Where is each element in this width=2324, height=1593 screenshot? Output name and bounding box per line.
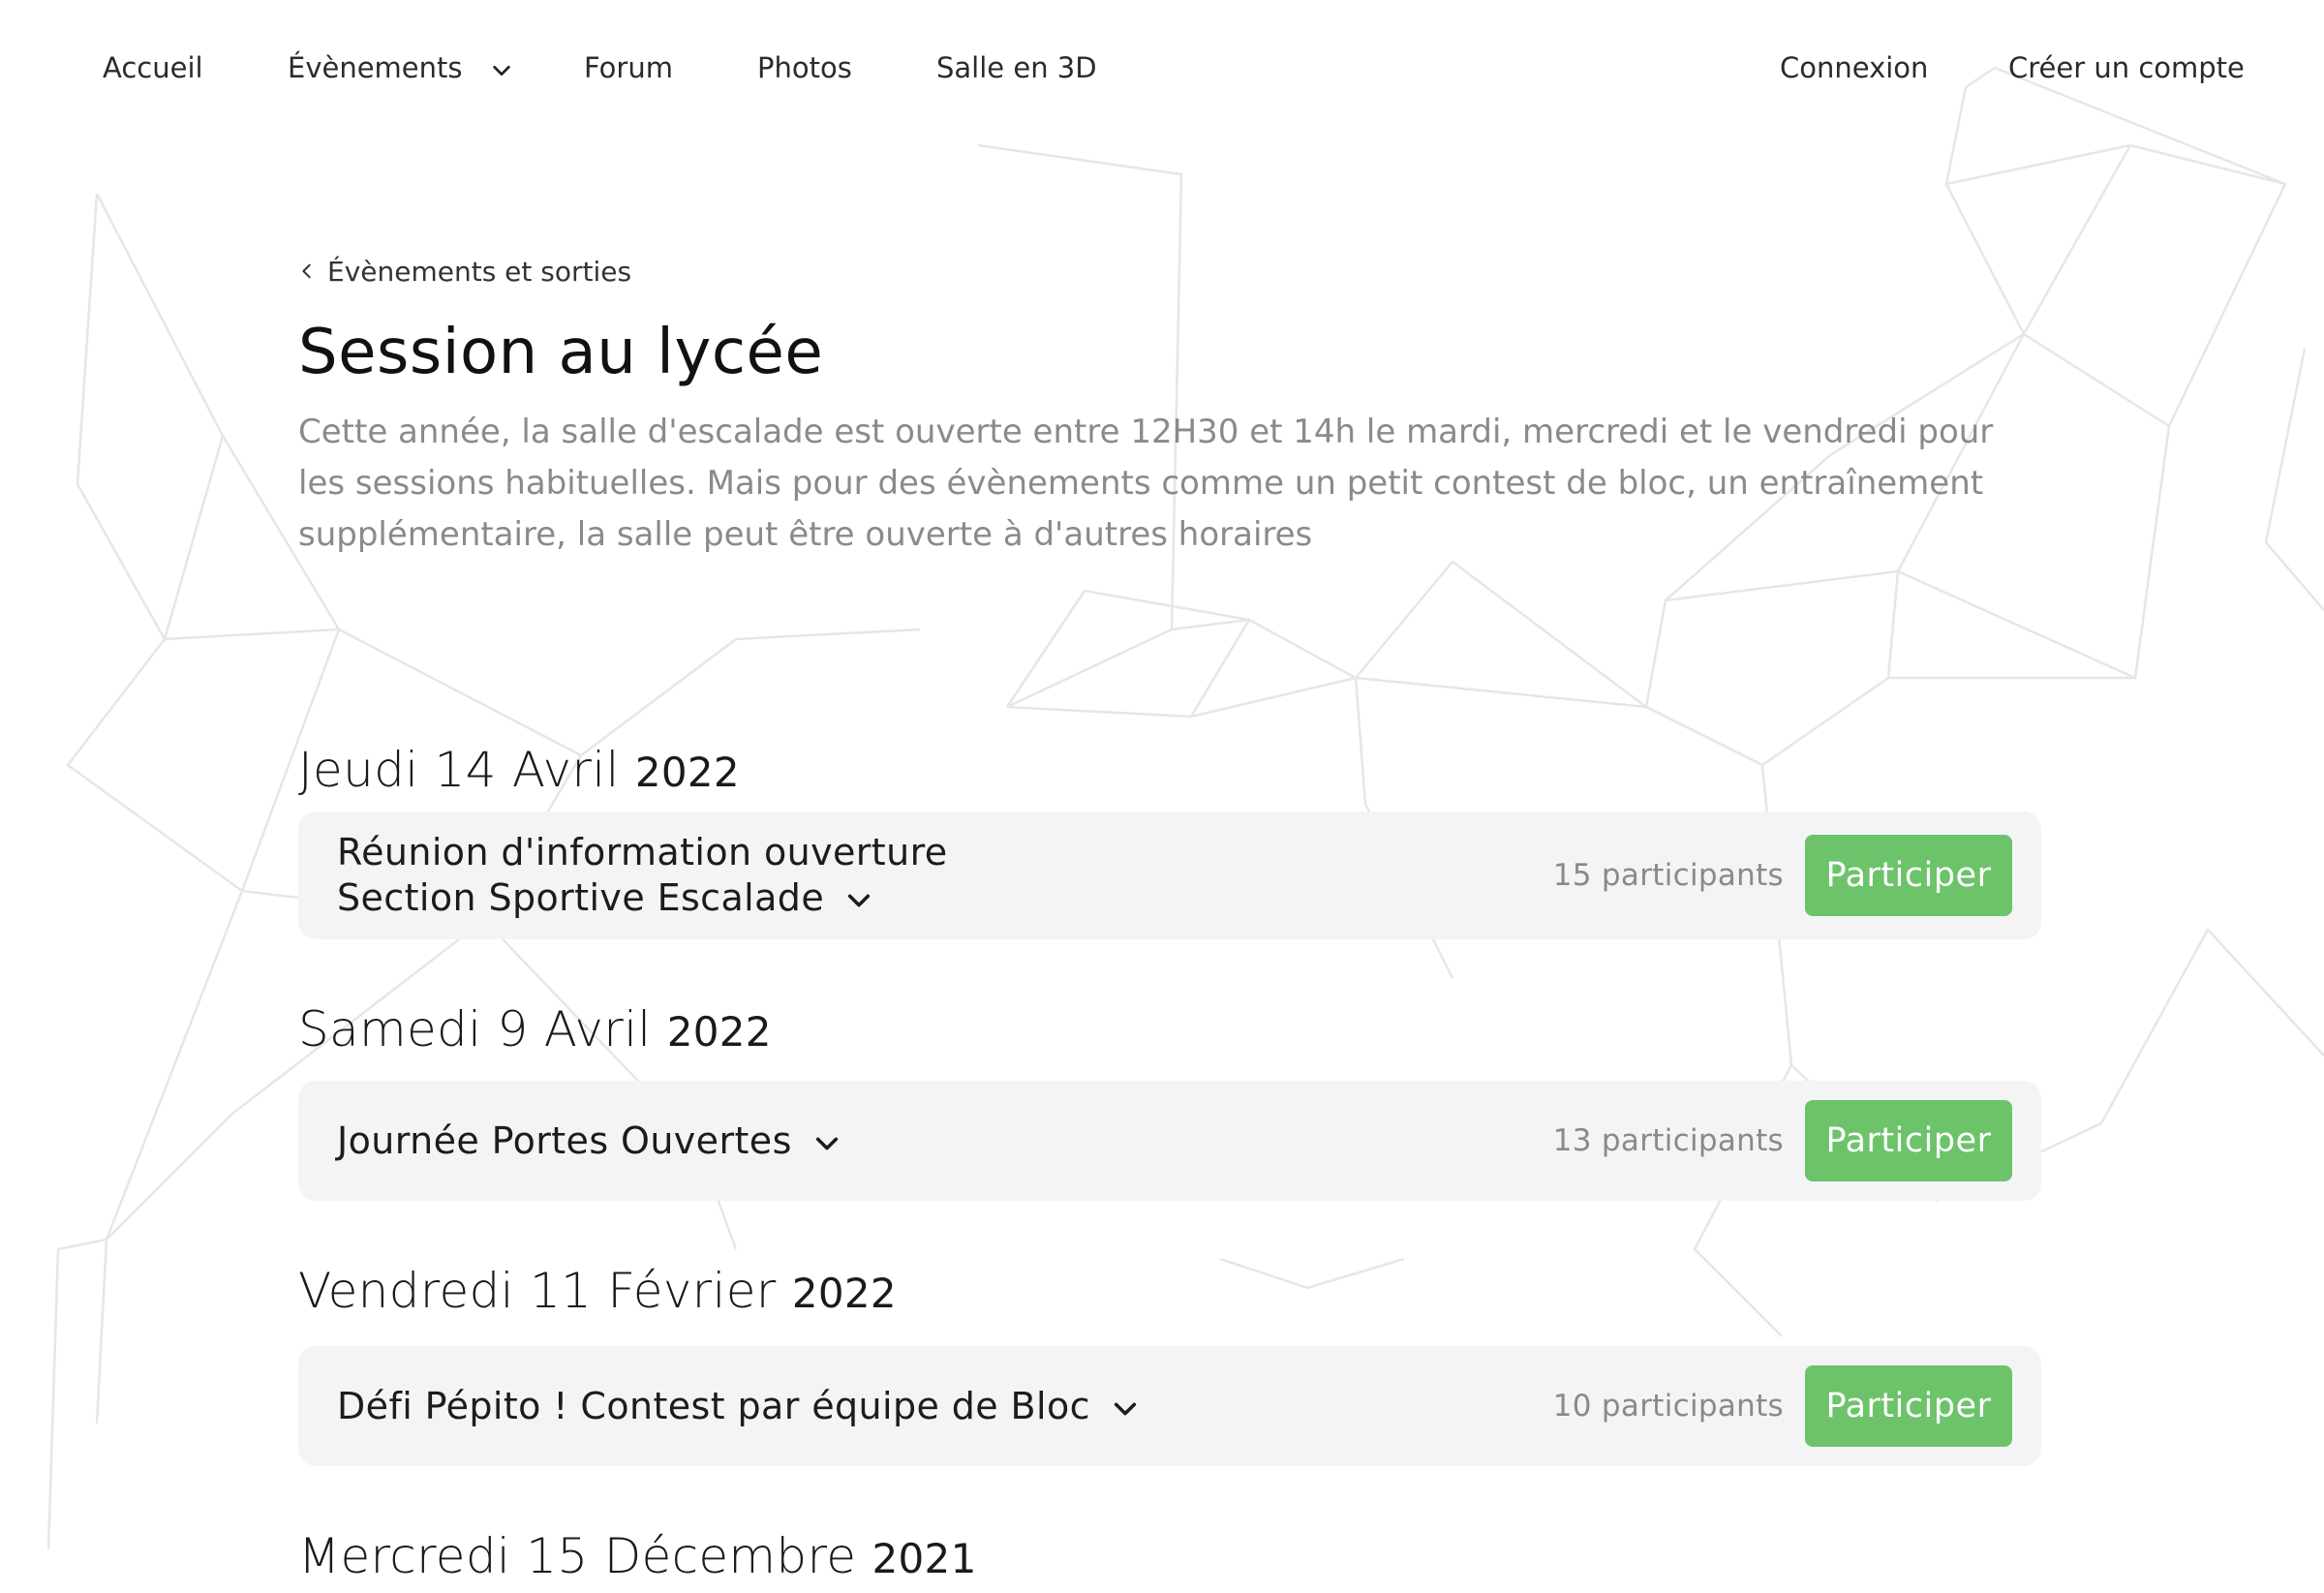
- event-date: Mercredi 15 Décembre: [298, 1528, 857, 1584]
- event-year: 2021: [872, 1535, 977, 1582]
- participants-count: 13 participants: [1552, 1123, 1784, 1158]
- event-year: 2022: [666, 1008, 772, 1056]
- top-navigation: Accueil Évènements Forum Photos Salle en…: [0, 0, 2324, 136]
- event-year: 2022: [634, 749, 740, 796]
- event-date-group: Mercredi 15 Décembre 2021: [298, 1522, 2041, 1590]
- nav-link-salle-3d[interactable]: Salle en 3D: [936, 48, 1097, 87]
- event-title: Journée Portes Ouvertes: [337, 1118, 792, 1162]
- event-date-heading: Vendredi 11 Février 2022: [298, 1257, 2041, 1325]
- nav-link-accueil[interactable]: Accueil: [103, 48, 203, 87]
- event-date: Samedi 9 Avril: [298, 1001, 652, 1057]
- chevron-down-icon: [815, 1137, 838, 1149]
- participants-count: 15 participants: [1552, 858, 1784, 893]
- event-title: Défi Pépito ! Contest par équipe de Bloc: [337, 1384, 1090, 1427]
- chevron-down-icon: [1114, 1402, 1137, 1415]
- event-date-group: Samedi 9 Avril 2022 Journée Portes Ouver…: [298, 996, 2041, 1201]
- participate-button[interactable]: Participer: [1805, 1100, 2012, 1181]
- participate-button[interactable]: Participer: [1805, 1365, 2012, 1447]
- login-link[interactable]: Connexion: [1780, 48, 1928, 87]
- event-year: 2022: [791, 1270, 897, 1317]
- event-date: Vendredi 11 Février: [298, 1263, 777, 1319]
- breadcrumb[interactable]: Évènements et sorties: [298, 252, 2041, 291]
- event-card: Défi Pépito ! Contest par équipe de Bloc…: [298, 1346, 2041, 1466]
- page-title: Session au lycée: [298, 317, 824, 388]
- participate-button[interactable]: Participer: [1805, 835, 2012, 916]
- nav-link-photos[interactable]: Photos: [757, 48, 852, 87]
- event-card: Journée Portes Ouvertes 13 participants …: [298, 1081, 2041, 1201]
- breadcrumb-label: Évènements et sorties: [327, 255, 632, 288]
- event-date-group: Vendredi 11 Février 2022 Défi Pépito ! C…: [298, 1257, 2041, 1466]
- events-list: Jeudi 14 Avril 2022 Réunion d'informatio…: [298, 736, 2041, 1590]
- nav-link-evenements-label: Évènements: [288, 51, 463, 84]
- event-title-toggle[interactable]: Défi Pépito ! Contest par équipe de Bloc: [337, 1384, 1139, 1429]
- chevron-left-icon: [302, 263, 311, 279]
- main-content: Évènements et sorties Session au lycée C…: [298, 252, 2041, 594]
- event-title-toggle[interactable]: Journée Portes Ouvertes: [337, 1118, 841, 1164]
- page-intro: Cette année, la salle d'escalade est ouv…: [298, 413, 1994, 554]
- event-date: Jeudi 14 Avril: [298, 742, 620, 798]
- event-card: Réunion d'information ouverture Section …: [298, 812, 2041, 939]
- chevron-down-icon: [848, 894, 871, 907]
- event-date-heading: Samedi 9 Avril 2022: [298, 996, 2041, 1063]
- participants-count: 10 participants: [1552, 1389, 1784, 1424]
- register-link[interactable]: Créer un compte: [2008, 48, 2245, 87]
- nav-link-evenements[interactable]: Évènements: [288, 48, 512, 87]
- event-date-heading: Jeudi 14 Avril 2022: [298, 736, 2041, 804]
- nav-link-forum[interactable]: Forum: [584, 48, 673, 87]
- event-date-heading: Mercredi 15 Décembre 2021: [298, 1522, 2041, 1590]
- chevron-down-icon: [493, 65, 510, 77]
- event-title-toggle[interactable]: Réunion d'information ouverture Section …: [337, 830, 1073, 921]
- event-date-group: Jeudi 14 Avril 2022 Réunion d'informatio…: [298, 736, 2041, 939]
